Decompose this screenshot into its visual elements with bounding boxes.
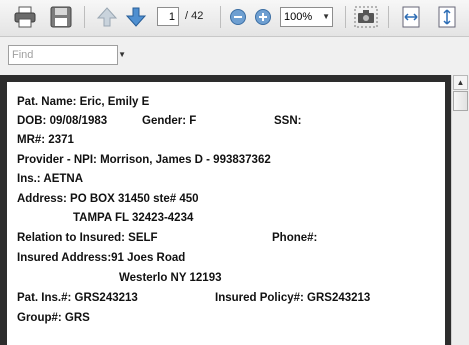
chevron-down-icon: ▼ [322, 12, 330, 21]
toolbar-separator [84, 6, 85, 28]
toolbar-separator [388, 6, 389, 28]
previous-page-arrow-icon[interactable] [94, 5, 120, 29]
patient-name: Pat. Name: Eric, Emily E [17, 96, 150, 108]
insurance: Ins.: AETNA [17, 173, 84, 185]
next-page-arrow-icon[interactable] [123, 5, 149, 29]
ssn: SSN: [274, 115, 302, 127]
dob: DOB: 09/08/1983 [17, 115, 108, 127]
address-line2: TAMPA FL 32423-4234 [73, 212, 194, 224]
insured-address: Insured Address:91 Joes Road [17, 252, 186, 264]
insured-policy-number: Insured Policy#: GRS243213 [215, 292, 371, 304]
zoom-out-icon[interactable] [225, 5, 251, 29]
find-input[interactable]: Find ▼ [8, 45, 126, 65]
current-page-input[interactable]: 1 [157, 7, 179, 26]
document-page: Pat. Name: Eric, Emily E DOB: 09/08/1983… [7, 82, 445, 345]
chevron-down-icon[interactable]: ▼ [118, 46, 126, 64]
print-icon[interactable] [12, 5, 38, 29]
toolbar: 1 / 42 100% ▼ [0, 0, 469, 37]
patient-insurance-number: Pat. Ins.#: GRS243213 [17, 292, 138, 304]
address: Address: PO BOX 31450 ste# 450 [17, 193, 199, 205]
find-bar: Find ▼ [0, 37, 469, 75]
relation-to-insured: Relation to Insured: SELF [17, 232, 158, 244]
document-viewer: Pat. Name: Eric, Emily E DOB: 09/08/1983… [0, 75, 451, 345]
find-placeholder: Find [12, 49, 34, 61]
page-total-label: / 42 [185, 10, 204, 22]
zoom-value: 100% [284, 11, 313, 23]
zoom-select[interactable]: 100% ▼ [280, 7, 333, 27]
snapshot-camera-icon[interactable] [353, 5, 379, 29]
provider: Provider - NPI: Morrison, James D - 9938… [17, 154, 271, 166]
toolbar-separator [220, 6, 221, 28]
scrollbar-thumb[interactable] [453, 91, 468, 111]
fit-width-icon[interactable] [398, 5, 424, 29]
vertical-scrollbar[interactable]: ▲ [451, 75, 469, 345]
mr-number: MR#: 2371 [17, 134, 74, 146]
scroll-up-arrow-icon[interactable]: ▲ [453, 75, 468, 90]
gender: Gender: F [142, 115, 197, 127]
phone: Phone#: [272, 232, 318, 244]
save-icon[interactable] [48, 5, 74, 29]
toolbar-separator [345, 6, 346, 28]
insured-address-line2: Westerlo NY 12193 [119, 272, 222, 284]
group-number: Group#: GRS [17, 312, 90, 324]
zoom-in-icon[interactable] [250, 5, 276, 29]
fit-page-icon[interactable] [434, 5, 460, 29]
